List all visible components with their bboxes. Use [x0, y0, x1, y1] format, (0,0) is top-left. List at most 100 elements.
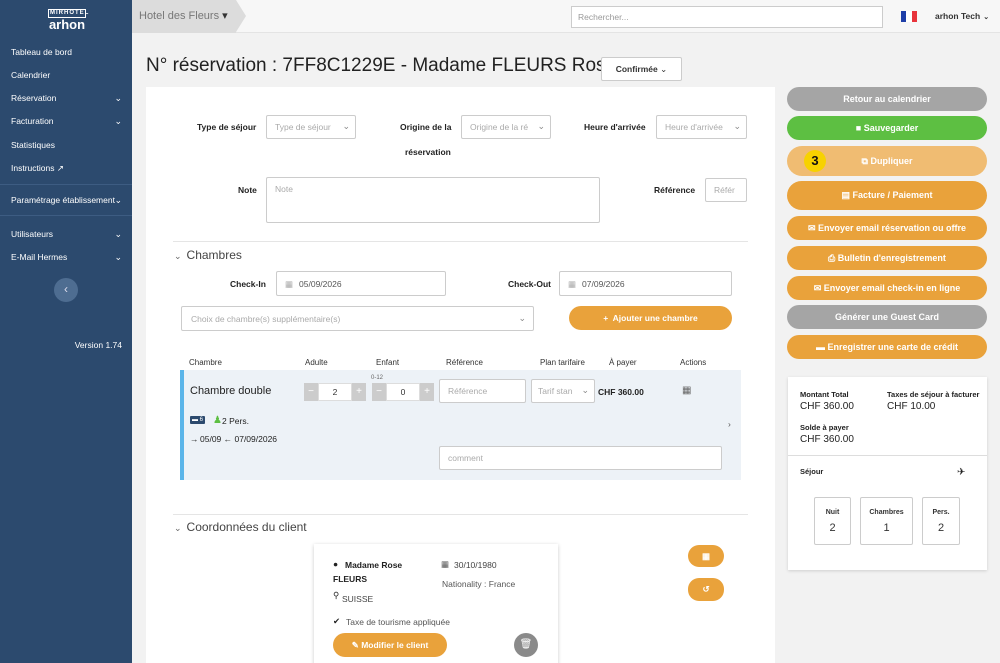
col-header-apayer: À payer: [609, 358, 637, 367]
reference-input[interactable]: Référ: [705, 178, 747, 202]
flag-stripe-red: [911, 11, 917, 22]
chevron-down-icon: ⌄: [174, 523, 182, 533]
save-label: Sauvegarder: [863, 123, 919, 133]
sidebar-item-label: Tableau de bord: [11, 47, 72, 57]
rate-plan-select[interactable]: Tarif stan ⌄: [531, 379, 595, 403]
search-input[interactable]: Rechercher...: [571, 6, 883, 28]
chevron-left-icon: ‹: [64, 282, 68, 296]
room-comment-input[interactable]: comment: [439, 446, 722, 470]
envelope-icon: ✉: [807, 223, 816, 233]
origine-select[interactable]: Origine de la ré ⌄: [461, 115, 551, 139]
send-checkin-email-button[interactable]: ✉ Envoyer email check-in en ligne: [787, 276, 987, 300]
col-header-adulte: Adulte: [305, 358, 328, 367]
client-section-header[interactable]: ⌄ Coordonnées du client: [174, 520, 307, 534]
chevron-down-icon: ⌄: [342, 121, 350, 131]
caret-down-icon: ▾: [222, 10, 228, 22]
chevron-down-icon: ⌄: [537, 121, 545, 131]
chevron-down-icon: ⌄: [114, 93, 122, 103]
add-room-button[interactable]: + Ajouter une chambre: [569, 306, 732, 330]
sidebar: MIRHOTEL arhon Tableau de bord Calendrie…: [0, 0, 132, 663]
back-label: Retour au calendrier: [843, 94, 931, 104]
child-increment-button[interactable]: +: [420, 383, 434, 401]
client-name: Madame Rose: [345, 560, 403, 570]
checkout-date-input[interactable]: ▦ 07/09/2026: [559, 271, 732, 296]
origine-label-2: réservation: [405, 147, 451, 157]
balance-label: Solde à payer: [800, 423, 849, 432]
plane-landing-icon: ✈: [957, 467, 966, 478]
edit-icon: ✎: [351, 640, 359, 650]
heure-select[interactable]: Heure d'arrivée ⌄: [656, 115, 747, 139]
child-decrement-button[interactable]: −: [372, 383, 386, 401]
status-value: Confirmée: [615, 64, 658, 74]
checkin-date-input[interactable]: ▦ 05/09/2026: [276, 271, 446, 296]
sidebar-item-label: Instructions: [11, 163, 55, 173]
bed-badge: ▬ 6: [190, 416, 206, 424]
extra-room-placeholder: Choix de chambre(s) supplémentaire(s): [191, 314, 341, 324]
client-section-title: Coordonnées du client: [186, 520, 307, 534]
modify-client-label: Modifier le client: [361, 640, 429, 650]
type-sejour-placeholder: Type de séjour: [275, 122, 331, 132]
sidebar-item-dashboard[interactable]: Tableau de bord: [11, 45, 122, 59]
brand-line2: arhon: [48, 17, 86, 32]
sidebar-item-statistics[interactable]: Statistiques: [11, 138, 122, 152]
birthday-icon: ▦: [441, 559, 450, 569]
sidebar-item-label: Facturation: [11, 116, 54, 126]
modify-client-button[interactable]: ✎ Modifier le client: [333, 633, 447, 657]
checkout-value: 07/09/2026: [582, 279, 625, 289]
topbar: Hotel des Fleurs ▾ Rechercher... arhon T…: [132, 0, 1000, 33]
user-menu[interactable]: arhon Tech ⌄: [935, 11, 989, 21]
registration-form-button[interactable]: ⎙ Bulletin d'enregistrement: [787, 246, 987, 270]
chevron-right-icon[interactable]: ›: [728, 419, 731, 429]
generate-guest-card-button[interactable]: Générer une Guest Card: [787, 305, 987, 329]
divider: [788, 455, 987, 456]
room-reference-input[interactable]: Référence: [439, 379, 526, 403]
save-button[interactable]: ■ Sauvegarder: [787, 116, 987, 140]
user-name: arhon Tech: [935, 11, 981, 21]
adult-count[interactable]: 2: [318, 383, 352, 401]
trash-icon: 🗑: [519, 639, 533, 650]
duplicate-label: Dupliquer: [870, 156, 913, 166]
client-history-button[interactable]: ↺: [688, 578, 724, 601]
type-sejour-select[interactable]: Type de séjour ⌄: [266, 115, 356, 139]
status-dropdown[interactable]: Confirmée ⌄: [601, 57, 682, 81]
sidebar-item-billing[interactable]: Facturation ⌄: [11, 114, 122, 128]
back-to-calendar-button[interactable]: Retour au calendrier: [787, 87, 987, 111]
brand-logo[interactable]: MIRHOTEL arhon: [48, 9, 88, 32]
children-age-hint: 0-12: [371, 375, 384, 381]
send-reservation-email-button[interactable]: ✉ Envoyer email réservation ou offre: [787, 216, 987, 240]
checkout-label: Check-Out: [508, 279, 551, 289]
chevron-down-icon: ⌄: [114, 116, 122, 126]
tax-applied-label: Taxe de tourisme appliquée: [346, 617, 450, 627]
sidebar-divider: [0, 184, 132, 185]
sidebar-collapse-button[interactable]: ‹: [54, 278, 78, 302]
child-count[interactable]: 0: [386, 383, 420, 401]
register-credit-card-button[interactable]: ▬ Enregistrer une carte de crédit: [787, 335, 987, 359]
sidebar-item-instructions[interactable]: Instructions ↗: [11, 161, 122, 175]
sidebar-item-label: Paramétrage établissement: [11, 195, 115, 205]
sidebar-item-email-hermes[interactable]: E-Mail Hermes ⌄: [11, 250, 122, 264]
document-icon[interactable]: ▦: [682, 385, 691, 396]
sidebar-item-reservation[interactable]: Réservation ⌄: [11, 91, 122, 105]
rooms-value: 1: [883, 522, 890, 534]
chambres-section-header[interactable]: ⌄ Chambres: [174, 248, 242, 262]
adult-decrement-button[interactable]: −: [304, 383, 318, 401]
client-document-button[interactable]: ▦: [688, 545, 724, 567]
flag-france-icon[interactable]: [901, 11, 917, 22]
sidebar-item-label: E-Mail Hermes: [11, 252, 68, 262]
version-label: Version 1.74: [74, 340, 122, 350]
guest-card-label: Générer une Guest Card: [834, 312, 940, 322]
sidebar-item-settings[interactable]: Paramétrage établissement ⌄: [11, 193, 122, 207]
extra-room-select[interactable]: Choix de chambre(s) supplémentaire(s) ⌄: [181, 306, 534, 331]
sidebar-item-calendar[interactable]: Calendrier: [11, 68, 122, 82]
note-textarea[interactable]: Note: [266, 177, 600, 223]
sidebar-item-users[interactable]: Utilisateurs ⌄: [11, 227, 122, 241]
credit-card-label: Enregistrer une carte de crédit: [827, 342, 959, 352]
summary-card: Montant Total CHF 360.00 Taxes de séjour…: [788, 377, 987, 570]
invoice-payment-button[interactable]: ▤ Facture / Paiement: [787, 181, 987, 210]
client-country: SUISSE: [342, 594, 374, 604]
hotel-selector[interactable]: Hotel des Fleurs ▾: [132, 0, 236, 33]
save-icon: ■: [855, 123, 862, 133]
envelope-icon: ✉: [813, 283, 822, 293]
delete-client-button[interactable]: 🗑: [514, 633, 538, 657]
adult-increment-button[interactable]: +: [352, 383, 366, 401]
